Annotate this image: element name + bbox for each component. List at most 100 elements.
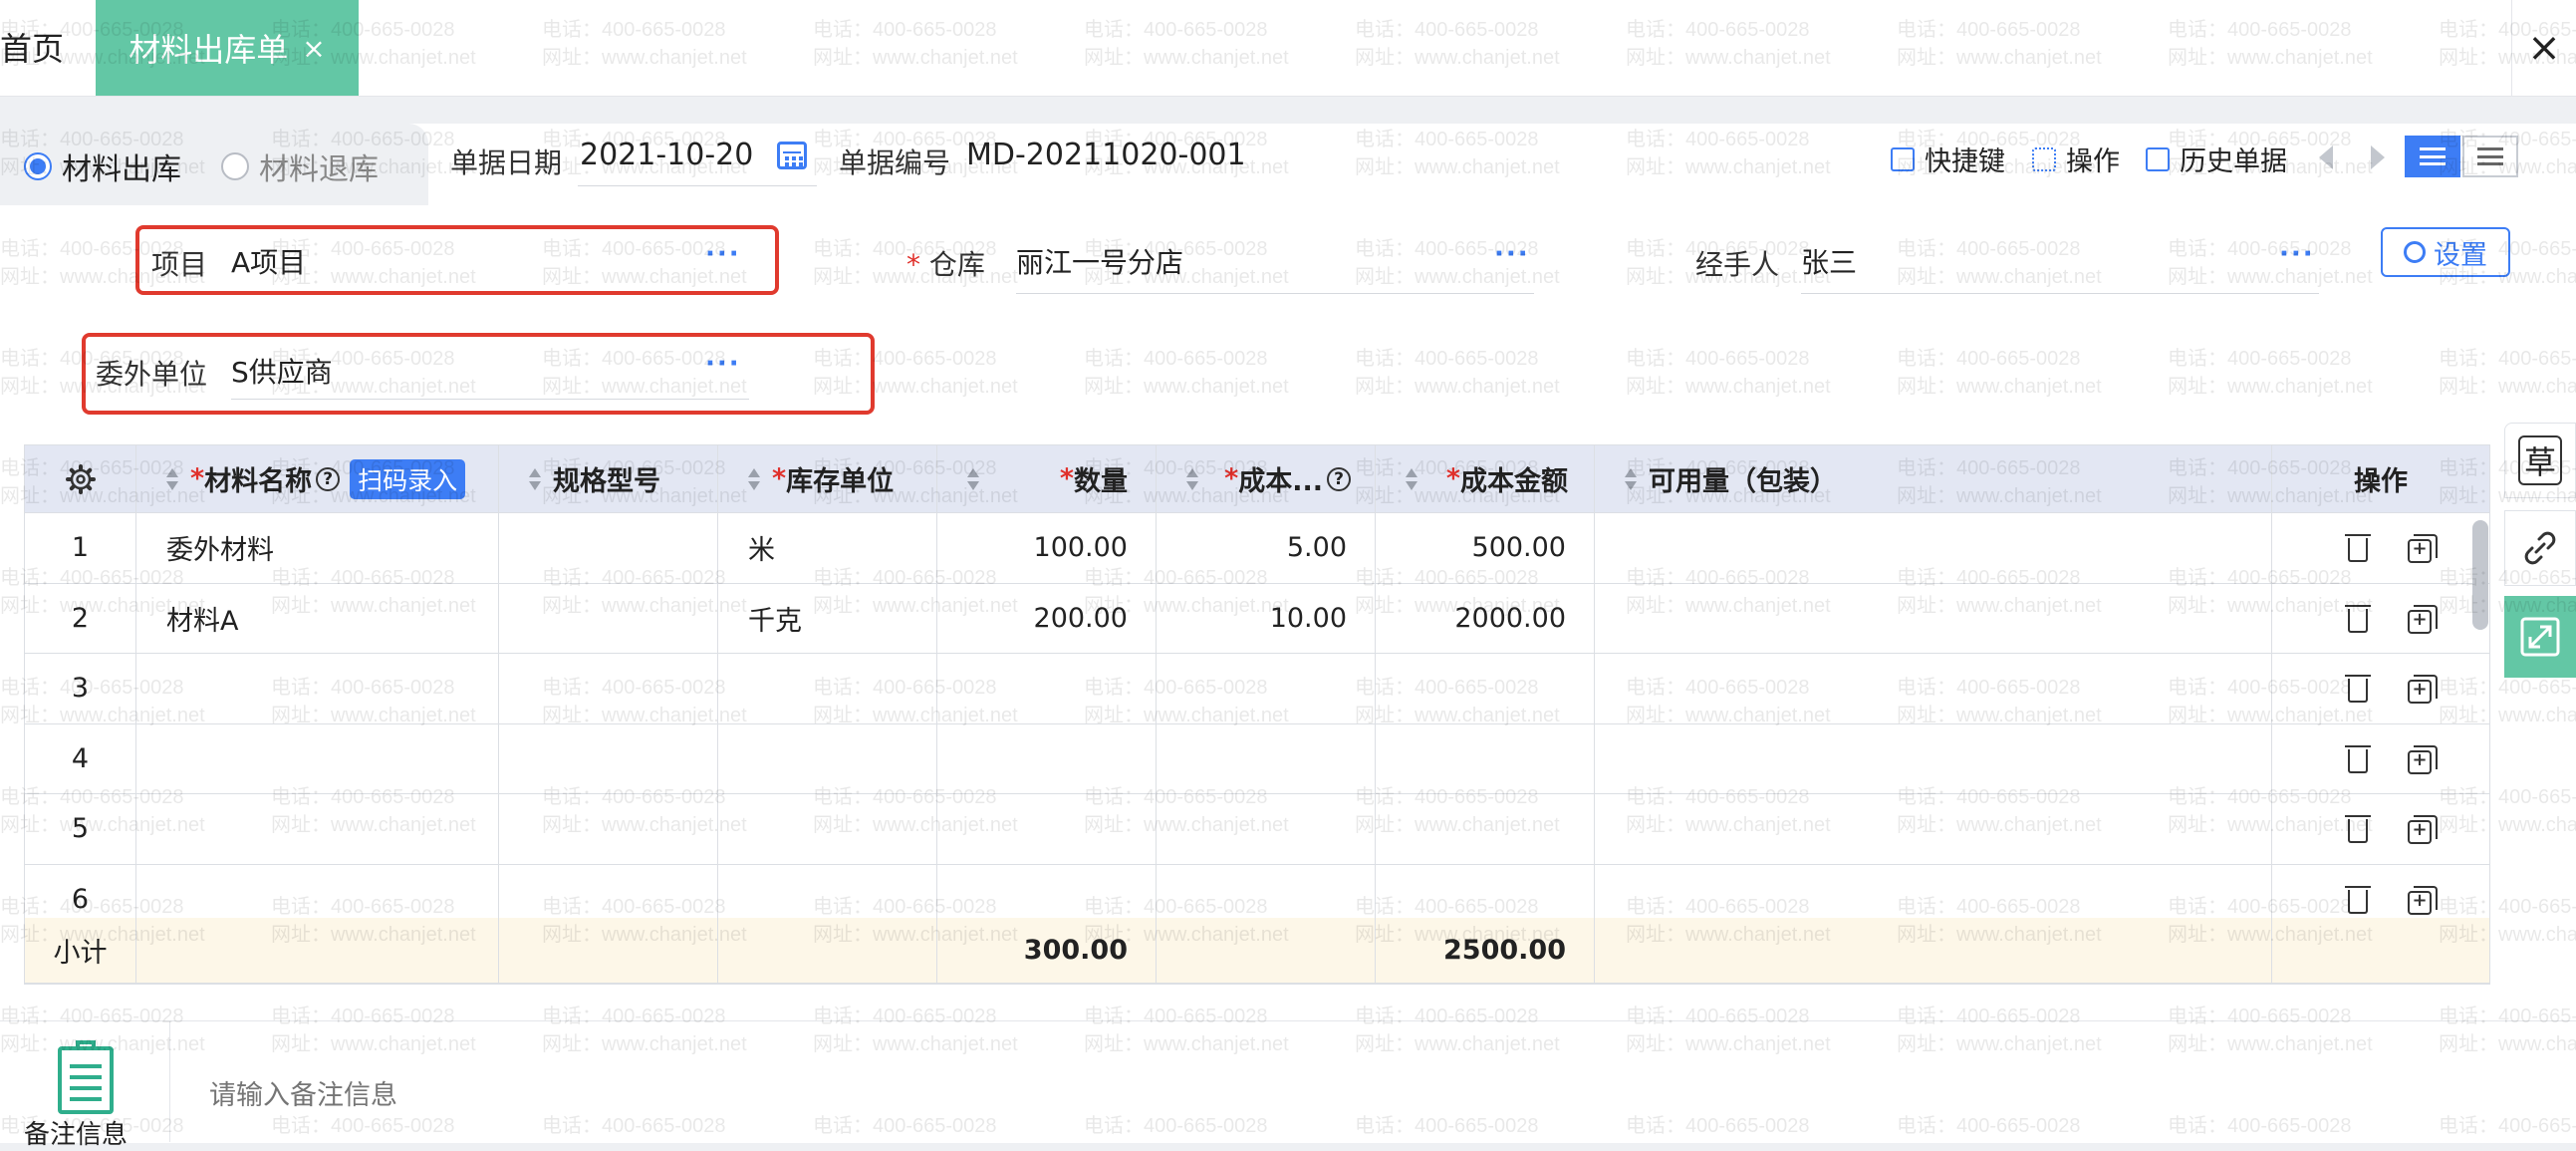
table-cell-name[interactable] (136, 654, 499, 724)
delete-icon[interactable] (2345, 815, 2371, 843)
attachment-button[interactable] (2504, 510, 2576, 586)
table-cell-qty[interactable]: 200.00 (937, 583, 1157, 654)
project-more-icon[interactable]: ··· (705, 239, 741, 269)
table-cell-avail[interactable] (1595, 513, 2272, 584)
copy-row-icon[interactable] (2408, 675, 2438, 704)
delete-icon[interactable] (2345, 675, 2371, 703)
table-cell-unit[interactable] (718, 794, 937, 865)
delete-icon[interactable] (2345, 604, 2371, 633)
table-cell-unit[interactable]: 米 (718, 513, 937, 584)
table-cell-name[interactable]: 材料A (136, 583, 499, 654)
delete-icon[interactable] (2345, 885, 2371, 914)
table-cell-unit[interactable] (718, 723, 937, 794)
radio-material-out[interactable]: 材料出库 (24, 144, 181, 188)
table-cell-amount[interactable]: 2000.00 (1376, 583, 1595, 654)
table-cell-amount[interactable]: 500.00 (1376, 513, 1595, 584)
warehouse-more-icon[interactable]: ··· (1494, 239, 1530, 269)
table-cell-amount[interactable] (1376, 654, 1595, 724)
copy-row-icon[interactable] (2408, 604, 2438, 634)
project-input[interactable]: A项目 (231, 241, 306, 281)
gear-icon[interactable] (65, 463, 97, 495)
prev-arrow-icon[interactable] (2319, 145, 2333, 169)
column-cost[interactable]: * 成本... ? (1157, 445, 1376, 513)
sort-icon[interactable] (1625, 467, 1637, 491)
table-cell-cost[interactable]: 5.00 (1157, 513, 1376, 584)
history-button[interactable]: 历史单据 (2146, 140, 2287, 178)
table-cell-spec[interactable] (499, 583, 718, 654)
table-cell-unit[interactable] (718, 654, 937, 724)
table-cell-spec[interactable] (499, 794, 718, 865)
tab-home[interactable]: 首页 (0, 24, 64, 70)
table-cell-qty[interactable] (937, 794, 1157, 865)
table-cell-qty[interactable]: 100.00 (937, 513, 1157, 584)
table-cell-cost[interactable] (1157, 794, 1376, 865)
table-cell-name[interactable]: 委外材料 (136, 513, 499, 584)
copy-row-icon[interactable] (2408, 534, 2438, 563)
scan-entry-button[interactable]: 扫码录入 (350, 458, 466, 499)
table-scrollbar[interactable] (2472, 520, 2488, 630)
table-cell-avail[interactable] (1595, 723, 2272, 794)
shortcut-button[interactable]: 快捷键 (1891, 140, 2005, 178)
card-view-button[interactable] (2462, 136, 2518, 177)
handler-more-icon[interactable]: ··· (2279, 239, 2315, 269)
collapse-button[interactable] (2504, 596, 2576, 678)
delete-icon[interactable] (2345, 744, 2371, 773)
sort-icon[interactable] (1406, 467, 1417, 491)
table-cell-name[interactable] (136, 794, 499, 865)
operation-button[interactable]: 操作 (2032, 140, 2120, 178)
settings-button[interactable]: 设置 (2381, 227, 2510, 277)
copy-row-icon[interactable] (2408, 885, 2438, 915)
table-cell-unit[interactable]: 千克 (718, 583, 937, 654)
warehouse-input[interactable]: 丽江一号分店 (1016, 241, 1183, 281)
table-cell-qty[interactable] (937, 654, 1157, 724)
column-spec[interactable]: 规格型号 (499, 445, 718, 513)
table-cell-spec[interactable] (499, 723, 718, 794)
table-cell-spec[interactable] (499, 513, 718, 584)
window-close-icon[interactable]: × (2511, 0, 2576, 96)
sort-icon[interactable] (748, 467, 760, 491)
copy-row-icon[interactable] (2408, 815, 2438, 844)
handler-input[interactable]: 张三 (1801, 241, 1857, 281)
outsource-input[interactable]: S供应商 (231, 351, 333, 391)
table-cell-avail[interactable] (1595, 654, 2272, 724)
table-cell-amount[interactable] (1376, 723, 1595, 794)
column-quantity[interactable]: * 数量 (937, 445, 1157, 513)
table-cell-amount[interactable] (1376, 794, 1595, 865)
radio-material-return[interactable]: 材料退库 (221, 144, 379, 188)
table-cell-qty[interactable] (937, 723, 1157, 794)
sort-icon[interactable] (967, 467, 979, 491)
outsource-more-icon[interactable]: ··· (705, 349, 741, 379)
sort-icon[interactable] (529, 467, 541, 491)
note-input[interactable] (207, 1074, 2004, 1116)
table-cell-no: 5 (25, 794, 136, 865)
column-cost-amount[interactable]: * 成本金额 (1376, 445, 1595, 513)
column-available-label: 可用量（包装） (1649, 466, 1837, 497)
sort-icon[interactable] (166, 467, 178, 491)
delete-icon[interactable] (2345, 534, 2371, 562)
tab-close-icon[interactable]: × (302, 32, 325, 65)
column-material-name[interactable]: * 材料名称 ? 扫码录入 (136, 445, 499, 513)
copy-row-icon[interactable] (2408, 744, 2438, 774)
table-cell-spec[interactable] (499, 654, 718, 724)
table-cell-cost[interactable] (1157, 654, 1376, 724)
operation-label: 操作 (2066, 146, 2120, 177)
table-cell-name[interactable] (136, 723, 499, 794)
sort-icon[interactable] (1186, 467, 1198, 491)
calendar-icon[interactable] (777, 142, 807, 169)
table-cell-avail[interactable] (1595, 583, 2272, 654)
help-icon[interactable]: ? (1327, 466, 1351, 491)
handler-label: 经手人 (1695, 248, 1780, 281)
radio-checked-icon (24, 152, 52, 180)
draft-button[interactable]: 草 (2504, 423, 2576, 498)
table-cell-avail[interactable] (1595, 794, 2272, 865)
next-arrow-icon[interactable] (2371, 145, 2385, 169)
column-unit[interactable]: * 库存单位 (718, 445, 937, 513)
table-cell-cost[interactable] (1157, 723, 1376, 794)
help-icon[interactable]: ? (316, 466, 341, 491)
column-available[interactable]: 可用量（包装） (1595, 445, 2272, 513)
list-view-button[interactable] (2405, 136, 2460, 177)
tab-material-outbound-label: 材料出库单 (129, 31, 289, 69)
date-input[interactable]: 2021-10-20 (580, 138, 753, 172)
table-cell-cost[interactable]: 10.00 (1157, 583, 1376, 654)
tab-material-outbound[interactable]: 材料出库单 × (96, 0, 359, 96)
